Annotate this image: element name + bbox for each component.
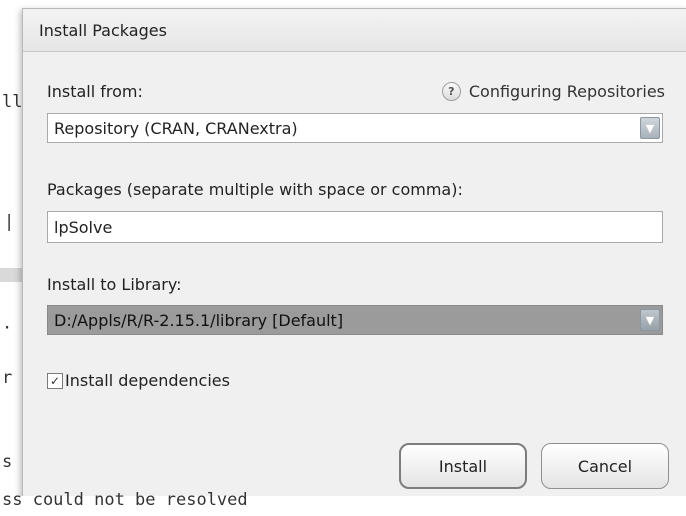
install-from-select[interactable]: Repository (CRAN, CRANextra) ▼ (47, 113, 663, 143)
chevron-down-icon[interactable]: ▼ (640, 117, 660, 139)
chevron-down-icon[interactable]: ▼ (640, 309, 660, 331)
packages-input[interactable]: lpSolve (47, 211, 663, 243)
install-to-library-value: D:/Appls/R/R-2.15.1/library [Default] (54, 310, 344, 330)
configuring-repositories-link[interactable]: ? Configuring Repositories (441, 82, 665, 101)
packages-label: Packages (separate multiple with space o… (47, 180, 463, 199)
cancel-button[interactable]: Cancel (541, 443, 669, 489)
background-strip (0, 268, 22, 282)
install-to-library-select[interactable]: D:/Appls/R/R-2.15.1/library [Default] ▼ (47, 305, 663, 335)
background-text-fragment: ll (2, 92, 23, 112)
background-text-fragment: s (2, 452, 13, 472)
install-dependencies-checkbox[interactable]: ✓ (47, 372, 63, 389)
install-dependencies-label: Install dependencies (65, 371, 230, 390)
install-from-label: Install from: (47, 82, 143, 101)
install-packages-dialog: Install Packages Install from: ? Configu… (22, 8, 686, 506)
background-text-fragment: · (2, 318, 13, 338)
install-button[interactable]: Install (399, 443, 527, 489)
dialog-title: Install Packages (39, 20, 167, 40)
background-text-fragment: | (4, 212, 15, 232)
background-dotted-line (38, 0, 458, 8)
help-icon: ? (441, 82, 461, 101)
install-to-library-label: Install to Library: (47, 275, 182, 294)
background-error-text: ss could not be resolved (2, 490, 248, 510)
install-dependencies-option[interactable]: ✓ Install dependencies (47, 371, 230, 390)
background-bottom: ss could not be resolved (0, 490, 686, 516)
dialog-titlebar[interactable]: Install Packages (23, 9, 686, 52)
background-text-fragment: r (2, 368, 13, 388)
install-from-value: Repository (CRAN, CRANextra) (54, 118, 298, 138)
configuring-repositories-text: Configuring Repositories (468, 82, 665, 101)
packages-input-value: lpSolve (54, 217, 113, 237)
